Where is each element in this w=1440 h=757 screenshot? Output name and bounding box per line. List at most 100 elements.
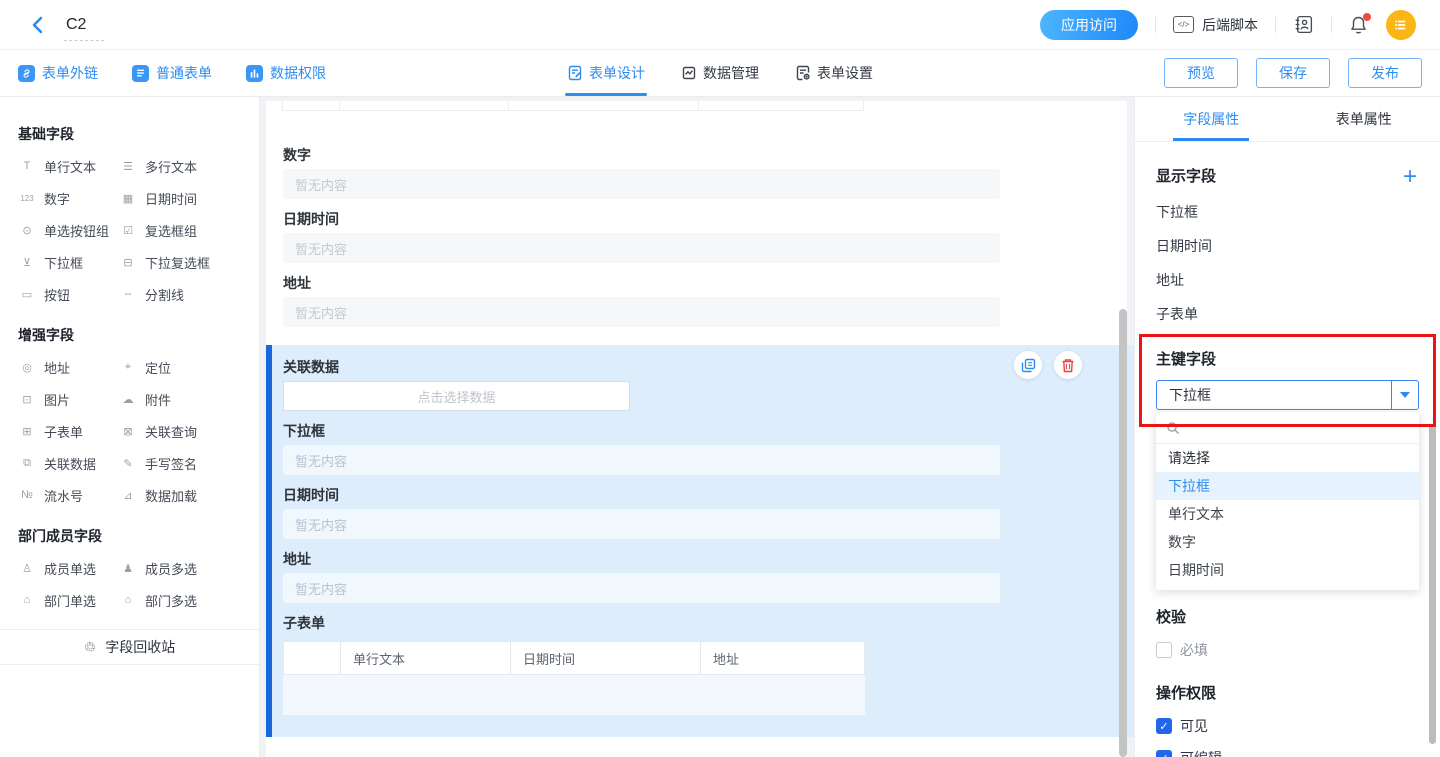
palette-item-multi-select[interactable]: ⊟下拉复选框 (119, 246, 241, 278)
field-input[interactable]: 暂无内容 (283, 509, 1000, 539)
dept-single-icon: ⌂ (18, 594, 36, 606)
palette-item-button[interactable]: ▭按钮 (18, 278, 119, 310)
palette-item-number[interactable]: 123数字 (18, 182, 119, 214)
palette-item-member-single[interactable]: ♙成员单选 (18, 552, 119, 584)
palette-item-checkbox-group[interactable]: ☑复选框组 (119, 214, 241, 246)
canvas-field-address[interactable]: 地址 暂无内容 (283, 275, 1000, 327)
publish-button[interactable]: 发布 (1348, 58, 1422, 88)
visible-checkbox-row[interactable]: 可见 (1156, 716, 1419, 736)
toolbar-link-external[interactable]: 表单外链 (18, 63, 98, 83)
form-canvas: 数字 暂无内容 日期时间 暂无内容 地址 暂无内容 (260, 97, 1134, 757)
palette-item-data-load[interactable]: ⊿数据加载 (119, 479, 241, 511)
save-button[interactable]: 保存 (1256, 58, 1330, 88)
palette-item-address[interactable]: ◎地址 (18, 351, 119, 383)
canvas-field-number[interactable]: 数字 暂无内容 (283, 147, 1000, 199)
preview-button[interactable]: 预览 (1164, 58, 1238, 88)
display-field-item[interactable]: 日期时间 (1156, 238, 1419, 254)
back-button[interactable] (24, 12, 50, 38)
data-picker-input[interactable]: 点击选择数据 (283, 381, 630, 411)
dropdown-option[interactable]: 单行文本 (1156, 500, 1419, 528)
single-text-icon: T (18, 160, 36, 172)
panel-scrollbar[interactable] (1429, 424, 1436, 744)
checkbox-checked[interactable] (1156, 750, 1172, 757)
field-input[interactable]: 暂无内容 (283, 573, 1000, 603)
data-manage-icon (681, 65, 697, 81)
palette-item-radio-group[interactable]: ⊙单选按钮组 (18, 214, 119, 246)
ghost-table-cell (509, 101, 698, 110)
palette-item-dept-multi[interactable]: ⌂部门多选 (119, 584, 241, 616)
palette-item-serial-number[interactable]: №流水号 (18, 479, 119, 511)
palette-item-label: 手写签名 (145, 454, 197, 473)
canvas-scrollbar[interactable] (1119, 309, 1127, 757)
avatar[interactable] (1386, 10, 1416, 40)
field-input[interactable]: 暂无内容 (283, 169, 1000, 199)
palette-item-linked-data[interactable]: ⧉关联数据 (18, 447, 119, 479)
palette-item-label: 日期时间 (145, 189, 197, 208)
app-access-button[interactable]: 应用访问 (1040, 10, 1138, 40)
dropdown-option-selected[interactable]: 下拉框 (1156, 472, 1419, 500)
panel-tabs: 字段属性 表单属性 (1135, 97, 1440, 142)
display-field-item[interactable]: 子表单 (1156, 306, 1419, 322)
toolbar-link-normal-form[interactable]: 普通表单 (132, 63, 212, 83)
block-field-subform[interactable]: 子表单 单行文本 日期时间 地址 (283, 615, 1000, 715)
palette-item-dept-single[interactable]: ⌂部门单选 (18, 584, 119, 616)
tab-form-properties[interactable]: 表单属性 (1288, 97, 1440, 141)
contacts-button[interactable] (1293, 14, 1314, 35)
editable-checkbox-row[interactable]: 可编辑 (1156, 748, 1419, 757)
block-field-datetime[interactable]: 日期时间 暂无内容 (283, 487, 1000, 539)
field-input[interactable]: 暂无内容 (283, 445, 1000, 475)
palette-item-datetime[interactable]: ▦日期时间 (119, 182, 241, 214)
palette-item-image[interactable]: ⊡图片 (18, 383, 119, 415)
visible-label: 可见 (1180, 716, 1208, 736)
dropdown-option[interactable]: 请选择 (1156, 444, 1419, 472)
checkbox-unchecked[interactable] (1156, 642, 1172, 658)
field-placeholder: 暂无内容 (295, 515, 347, 534)
required-checkbox-row[interactable]: 必填 (1156, 640, 1419, 660)
add-field-button[interactable]: + (1403, 168, 1417, 186)
backend-script-button[interactable]: </> 后端脚本 (1173, 15, 1258, 35)
select-caret-button[interactable] (1391, 381, 1418, 409)
subform-table[interactable]: 单行文本 日期时间 地址 (283, 641, 865, 715)
dropdown-option[interactable]: 数字 (1156, 528, 1419, 556)
palette-item-label: 定位 (145, 358, 171, 377)
palette-item-location[interactable]: ⌖定位 (119, 351, 241, 383)
display-field-item[interactable]: 下拉框 (1156, 204, 1419, 220)
palette-item-subform[interactable]: ⊞子表单 (18, 415, 119, 447)
palette-item-member-multi[interactable]: ♟成员多选 (119, 552, 241, 584)
block-field-select[interactable]: 下拉框 暂无内容 (283, 423, 1000, 475)
checkbox-checked[interactable] (1156, 718, 1172, 734)
primary-key-select[interactable]: 下拉框 (1156, 380, 1419, 410)
center-tabs: 表单设计 数据管理 表单设置 (567, 50, 873, 96)
field-input[interactable]: 暂无内容 (283, 233, 1000, 263)
selected-field-linked-data[interactable]: 关联数据 点击选择数据 下拉框 暂无内容 日期时间 暂无内容 地址 暂无内容 (266, 345, 1134, 737)
display-field-item[interactable]: 地址 (1156, 272, 1419, 288)
picker-placeholder: 点击选择数据 (417, 387, 495, 406)
palette-item-single-text[interactable]: T单行文本 (18, 150, 119, 182)
block-field-address[interactable]: 地址 暂无内容 (283, 551, 1000, 603)
tab-form-settings[interactable]: 表单设置 (795, 50, 873, 96)
tab-form-design[interactable]: 表单设计 (567, 50, 645, 96)
toolbar-link-data-permission[interactable]: 数据权限 (246, 63, 326, 83)
subform-header-cell (284, 642, 341, 674)
notifications-button[interactable] (1349, 15, 1368, 35)
field-input[interactable]: 暂无内容 (283, 297, 1000, 327)
tab-field-properties[interactable]: 字段属性 (1135, 97, 1288, 141)
contacts-icon (1293, 14, 1314, 35)
palette-item-multi-text[interactable]: ☰多行文本 (119, 150, 241, 182)
palette-item-attachment[interactable]: ☁附件 (119, 383, 241, 415)
delete-field-button[interactable] (1054, 351, 1082, 379)
palette-item-divider[interactable]: ╌分割线 (119, 278, 241, 310)
palette-item-select[interactable]: ⊻下拉框 (18, 246, 119, 278)
dropdown-search-input[interactable] (1156, 412, 1419, 444)
canvas-field-datetime[interactable]: 日期时间 暂无内容 (283, 211, 1000, 263)
field-recycle-bin[interactable]: ♲ 字段回收站 (0, 629, 259, 665)
palette-item-signature[interactable]: ✎手写签名 (119, 447, 241, 479)
dropdown-option[interactable]: 日期时间 (1156, 556, 1419, 584)
copy-field-button[interactable] (1014, 351, 1042, 379)
tab-data-manage[interactable]: 数据管理 (681, 50, 759, 96)
palette-item-linked-query[interactable]: ⊠关联查询 (119, 415, 241, 447)
palette-item-label: 附件 (145, 390, 171, 409)
form-title[interactable]: C2 (66, 16, 86, 34)
form-title-wrap: C2 (66, 16, 86, 41)
tab-label: 表单设置 (817, 63, 873, 83)
